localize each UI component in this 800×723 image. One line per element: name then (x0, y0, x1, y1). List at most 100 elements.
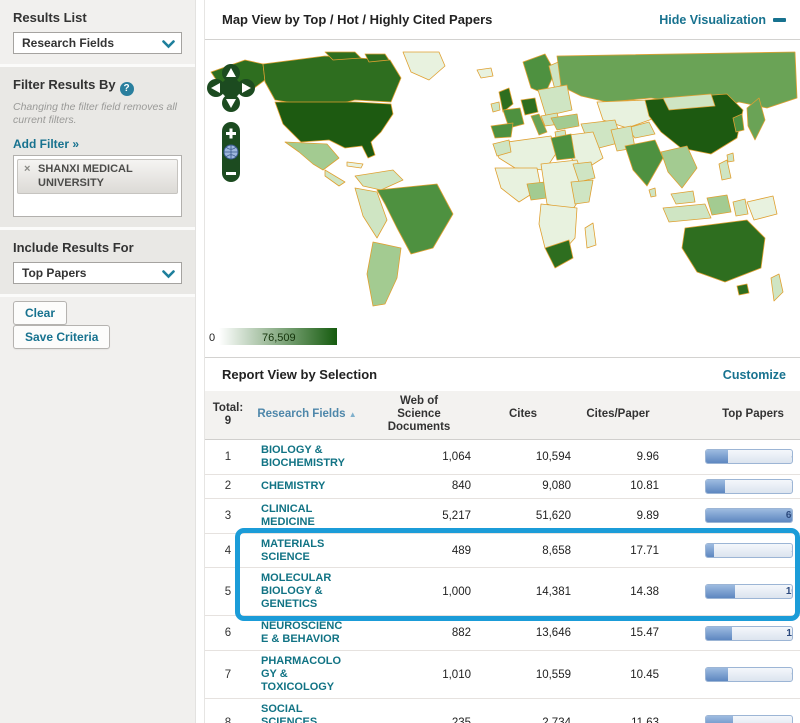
row-rank: 2 (205, 480, 251, 492)
filter-title: Filter Results By? (13, 77, 182, 96)
results-list-section: Results List Research Fields (0, 0, 195, 64)
column-research-fields[interactable]: Research Fields ▲ (251, 408, 363, 421)
row-docs-value: 1,064 (363, 451, 475, 463)
save-criteria-button[interactable]: Save Criteria (13, 325, 110, 349)
legend-max-label: 76,509 (262, 332, 296, 344)
column-wos-documents: Web of Science Documents (363, 395, 475, 435)
row-field-link[interactable]: SOCIAL SCIENCES, GENERAL (251, 703, 363, 723)
top-papers-bar-fill (706, 480, 725, 493)
map-visualization[interactable]: .mD{fill:#1d5a11}.m1{fill:#2e6e1f}.m2{fi… (205, 40, 800, 358)
row-docs-value: 5,217 (363, 510, 475, 522)
table-row[interactable]: 6 NEUROSCIENCE & BEHAVIOR 882 13,646 15.… (205, 616, 800, 651)
results-list-title: Results List (13, 10, 182, 25)
row-cpp-value: 15.47 (571, 627, 665, 639)
sidebar: Results List Research Fields Filter Resu… (0, 0, 196, 723)
filter-section: Filter Results By? Changing the filter f… (0, 67, 195, 227)
table-row[interactable]: 8 SOCIAL SCIENCES, GENERAL 235 2,734 11.… (205, 699, 800, 723)
clear-button[interactable]: Clear (13, 301, 67, 325)
top-papers-count: 6 (791, 669, 793, 680)
filter-chip[interactable]: × SHANXI MEDICAL UNIVERSITY (17, 159, 178, 195)
filter-chip-label: SHANXI MEDICAL UNIVERSITY (38, 163, 133, 189)
top-papers-bar: 3 (705, 543, 793, 558)
report-table: Total: 9 Research Fields ▲ Web of Scienc… (205, 391, 800, 723)
table-row[interactable]: 7 PHARMACOLOGY & TOXICOLOGY 1,010 10,559… (205, 651, 800, 699)
top-papers-count: 60 (786, 510, 793, 521)
row-top-papers-cell: 8 (665, 449, 800, 464)
chevron-down-icon (162, 270, 175, 279)
help-icon[interactable]: ? (120, 82, 134, 96)
top-papers-bar: 6 (705, 667, 793, 682)
results-list-dropdown-value: Research Fields (22, 36, 114, 50)
row-docs-value: 882 (363, 627, 475, 639)
row-top-papers-cell: 10 (665, 584, 800, 599)
row-field-link[interactable]: BIOLOGY & BIOCHEMISTRY (251, 444, 363, 470)
top-papers-bar-fill (706, 509, 792, 522)
include-results-section: Include Results For Top Papers (0, 230, 195, 294)
top-papers-bar: 5 (705, 715, 793, 723)
zoom-out-icon[interactable] (226, 172, 236, 175)
customize-link[interactable]: Customize (723, 368, 786, 382)
row-cites-value: 13,646 (475, 627, 571, 639)
report-title: Report View by Selection (222, 367, 377, 382)
row-cites-value: 10,594 (475, 451, 571, 463)
top-papers-bar: 7 (705, 479, 793, 494)
row-top-papers-cell: 60 (665, 508, 800, 523)
row-docs-value: 235 (363, 717, 475, 723)
row-field-link[interactable]: CHEMISTRY (251, 480, 363, 493)
include-results-dropdown[interactable]: Top Papers (13, 262, 182, 284)
row-field-link[interactable]: PHARMACOLOGY & TOXICOLOGY (251, 655, 363, 694)
table-row[interactable]: 5 MOLECULAR BIOLOGY & GENETICS 1,000 14,… (205, 568, 800, 616)
table-row[interactable]: 3 CLINICAL MEDICINE 5,217 51,620 9.89 60 (205, 499, 800, 534)
collapse-icon (773, 18, 786, 22)
results-list-dropdown[interactable]: Research Fields (13, 32, 182, 54)
row-rank: 6 (205, 627, 251, 639)
row-top-papers-cell: 11 (665, 626, 800, 641)
world-choropleth-map[interactable]: .mD{fill:#1d5a11}.m1{fill:#2e6e1f}.m2{fi… (205, 40, 800, 356)
row-cpp-value: 17.71 (571, 545, 665, 557)
remove-filter-icon[interactable]: × (24, 163, 30, 177)
globe-icon[interactable] (224, 145, 238, 159)
row-cpp-value: 11.63 (571, 717, 665, 723)
row-cpp-value: 9.96 (571, 451, 665, 463)
row-rank: 5 (205, 586, 251, 598)
legend-min-label: 0 (209, 332, 215, 344)
filter-note: Changing the filter field removes all cu… (13, 101, 182, 128)
row-cpp-value: 10.45 (571, 669, 665, 681)
main-panel: Map View by Top / Hot / Highly Cited Pap… (204, 0, 800, 723)
column-cites: Cites (475, 408, 571, 421)
top-papers-bar: 11 (705, 626, 793, 641)
top-papers-count: 11 (786, 628, 793, 639)
row-cites-value: 51,620 (475, 510, 571, 522)
top-papers-bar-fill (706, 668, 728, 681)
row-field-link[interactable]: MOLECULAR BIOLOGY & GENETICS (251, 572, 363, 611)
row-field-link[interactable]: NEUROSCIENCE & BEHAVIOR (251, 620, 363, 646)
total-count: Total: 9 (205, 402, 251, 428)
row-rank: 1 (205, 451, 251, 463)
row-field-link[interactable]: CLINICAL MEDICINE (251, 503, 363, 529)
table-row[interactable]: 2 CHEMISTRY 840 9,080 10.81 7 (205, 475, 800, 499)
include-results-dropdown-value: Top Papers (22, 266, 86, 280)
table-body: 1 BIOLOGY & BIOCHEMISTRY 1,064 10,594 9.… (205, 440, 800, 723)
map-header: Map View by Top / Hot / Highly Cited Pap… (205, 0, 800, 40)
top-papers-count: 10 (786, 586, 793, 597)
map-zoom-control[interactable] (222, 122, 240, 182)
row-cites-value: 2,734 (475, 717, 571, 723)
top-papers-bar: 8 (705, 449, 793, 464)
hide-visualization-link[interactable]: Hide Visualization (659, 13, 786, 27)
row-top-papers-cell: 7 (665, 479, 800, 494)
row-rank: 8 (205, 717, 251, 723)
add-filter-link[interactable]: Add Filter » (13, 137, 79, 151)
row-top-papers-cell: 5 (665, 715, 800, 723)
table-row[interactable]: 1 BIOLOGY & BIOCHEMISTRY 1,064 10,594 9.… (205, 440, 800, 475)
top-papers-bar-fill (706, 627, 732, 640)
map-countries[interactable] (211, 52, 797, 306)
row-field-link[interactable]: MATERIALS SCIENCE (251, 538, 363, 564)
row-top-papers-cell: 3 (665, 543, 800, 558)
table-header-row: Total: 9 Research Fields ▲ Web of Scienc… (205, 391, 800, 440)
top-papers-bar: 60 (705, 508, 793, 523)
chevron-down-icon (162, 40, 175, 49)
row-cites-value: 10,559 (475, 669, 571, 681)
top-papers-count: 7 (791, 481, 793, 492)
table-row[interactable]: 4 MATERIALS SCIENCE 489 8,658 17.71 3 (205, 534, 800, 569)
row-top-papers-cell: 6 (665, 667, 800, 682)
